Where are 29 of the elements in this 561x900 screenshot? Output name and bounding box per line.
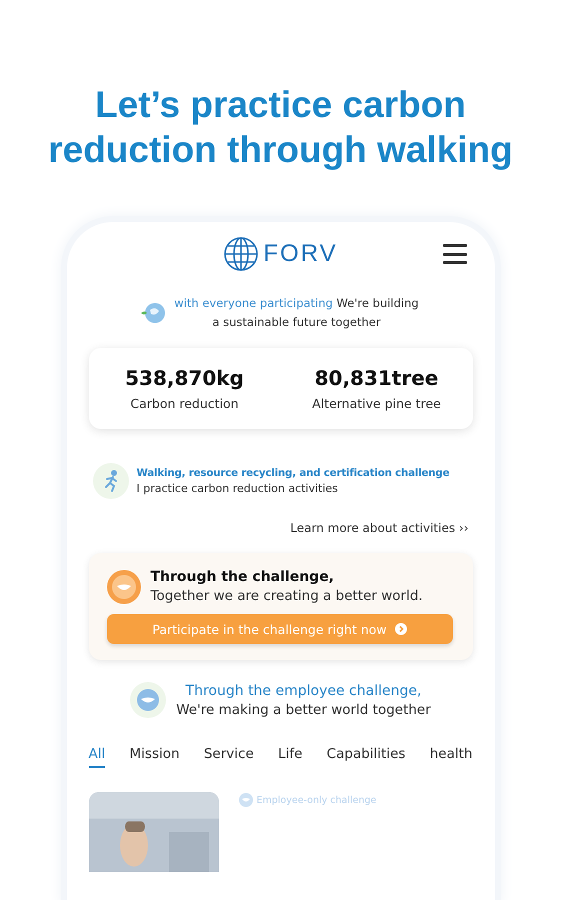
category-tab[interactable]: All (88, 746, 106, 768)
stat-label: Alternative pine tree (312, 396, 441, 411)
category-tab[interactable]: Mission (130, 746, 180, 768)
category-tab[interactable]: Life (278, 746, 302, 768)
globe-logo-icon (223, 236, 260, 272)
challenge-subtitle: I practice carbon reduction activities (136, 482, 339, 495)
challenge-title: Walking, resource recycling, and certification challenge (136, 467, 450, 479)
leaf-badge-icon (238, 793, 252, 807)
category-tab[interactable]: health (430, 746, 472, 768)
intro-text: with everyone participating We're building a sustainable future together (173, 295, 420, 331)
promo-subtitle: Together we are creating a better world. (150, 588, 423, 604)
runner-icon (92, 463, 128, 499)
employee-subtitle: We're making a better world together (176, 702, 431, 718)
promo-title: Through the challenge, (150, 569, 336, 585)
logo-text: FORV (263, 240, 338, 268)
headline: Let’s practice carbon reduction through walking (47, 83, 514, 172)
employee-title: Through the employee challenge, (186, 682, 422, 698)
category-tab[interactable]: Capabilities (326, 746, 406, 768)
learn-more-link[interactable]: Learn more about activities ›› (290, 521, 468, 535)
category-tab[interactable]: Service (204, 746, 254, 768)
menu-button[interactable] (442, 244, 466, 264)
stat-value: 80,831tree (314, 366, 438, 390)
earth-icon (140, 301, 166, 325)
stat-label: Carbon reduction (130, 396, 239, 411)
employee-only-label: Employee-only challenge (256, 794, 376, 806)
stat-value: 538,870kg (125, 366, 244, 390)
arrow-circle-icon (394, 623, 407, 635)
leaf-badge-icon (130, 682, 166, 718)
leaf-badge-icon (106, 570, 140, 604)
